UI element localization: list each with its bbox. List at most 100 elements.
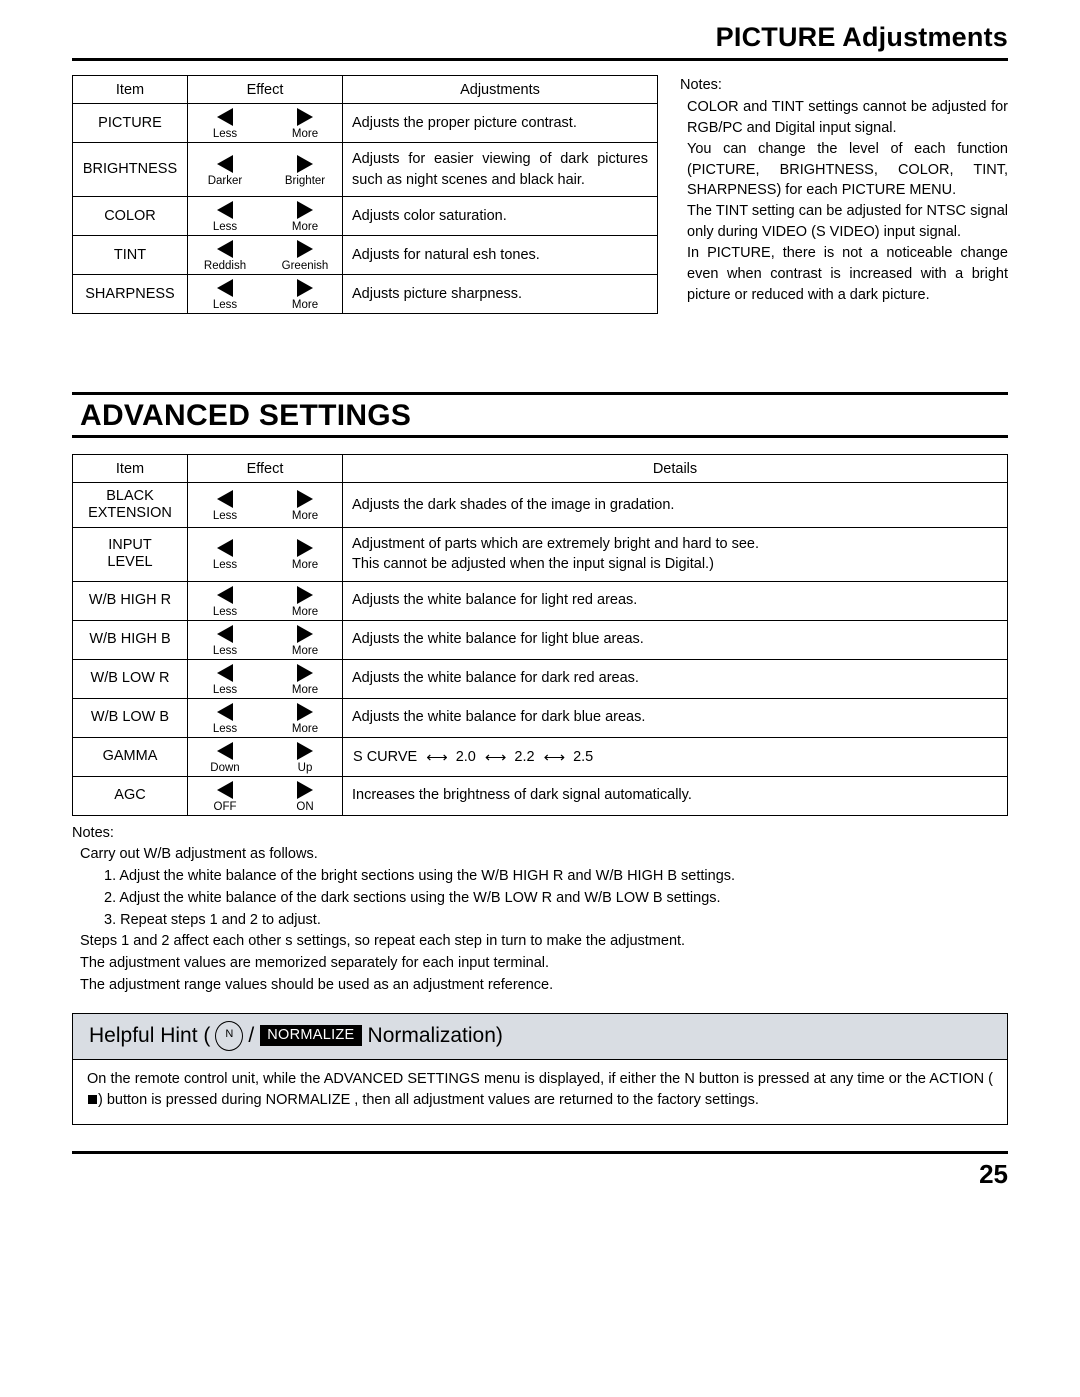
arrow-left-icon[interactable] xyxy=(217,154,233,173)
item-description: Adjusts the proper picture contrast. xyxy=(342,103,658,143)
effect-arrows: Darker Brighter xyxy=(187,141,343,198)
page-title: PICTURE Adjustments xyxy=(715,22,1008,52)
arrow-right-icon[interactable] xyxy=(297,741,313,760)
arrow-right-label: Greenish xyxy=(281,260,329,273)
item-label: W/B HIGH B xyxy=(72,619,188,660)
arrow-left-label: Less xyxy=(212,128,238,140)
arrow-left-icon[interactable] xyxy=(217,663,233,682)
arrow-right-icon[interactable] xyxy=(297,539,313,558)
column-header-item: Item xyxy=(72,75,188,104)
arrow-left-label: OFF xyxy=(213,800,237,813)
gamma-value: 2.0 xyxy=(455,748,476,765)
effect-arrows: Down Up xyxy=(187,736,343,777)
header-divider xyxy=(72,58,1008,61)
table-row: BRIGHTNESS Darker Brighter Adjusts for e… xyxy=(72,141,658,198)
normalize-chip[interactable]: NORMALIZE xyxy=(260,1025,362,1047)
arrow-left-icon[interactable] xyxy=(217,741,233,760)
action-square-icon xyxy=(88,1095,97,1105)
document-page: PICTURE Adjustments Item Effect Adjustme… xyxy=(0,0,1080,1397)
advanced-settings-table: Item Effect Details BLACK EXTENSION Less … xyxy=(72,454,1008,816)
gamma-label: S CURVE xyxy=(353,748,418,765)
table-row: COLOR Less More Adjusts color saturation… xyxy=(72,196,658,237)
table-row: GAMMA Down Up S CURVE ⟷ 2.0 ⟷ 2.2 ⟷ 2.5 xyxy=(72,736,1008,777)
arrow-right-icon[interactable] xyxy=(297,108,313,126)
gamma-value: 2.2 xyxy=(514,748,535,765)
effect-arrows: Less More xyxy=(187,526,343,582)
item-description: Adjusts for natural esh tones. xyxy=(342,235,658,276)
arrow-left-icon[interactable] xyxy=(217,624,233,643)
arrow-right-icon[interactable] xyxy=(297,240,313,259)
arrow-right-icon[interactable] xyxy=(297,154,313,173)
arrow-left-icon[interactable] xyxy=(217,240,233,259)
hint-body-part2: ) button is pressed during NORMALIZE , t… xyxy=(98,1092,759,1109)
arrow-right-icon[interactable] xyxy=(297,624,313,643)
table-row: BLACK EXTENSION Less More Adjusts the dar… xyxy=(72,482,1008,528)
helpful-hint-body: On the remote control unit, while the AD… xyxy=(72,1058,1008,1126)
arrow-left-label: Less xyxy=(212,605,238,618)
note-paragraph: The TINT setting can be adjusted for NTS… xyxy=(687,203,1008,241)
item-description: Adjusts for easier viewing of dark pictu… xyxy=(342,141,658,198)
table-row: PICTURE Less More Adjusts the proper pic… xyxy=(72,103,658,143)
arrow-left-icon[interactable] xyxy=(217,702,233,721)
section-title-advanced-settings: ADVANCED SETTINGS xyxy=(80,399,412,433)
note-line: 1. Adjust the white balance of the brigh… xyxy=(104,868,736,885)
arrow-left-icon[interactable] xyxy=(217,489,233,508)
effect-arrows: Less More xyxy=(187,580,343,621)
item-description: Adjusts the white balance for light red … xyxy=(342,580,1008,621)
arrow-left-label: Less xyxy=(212,722,238,735)
arrow-right-label: Up xyxy=(297,761,313,774)
notes-title: Notes: xyxy=(72,824,114,841)
double-arrow-icon: ⟷ xyxy=(484,748,506,766)
advanced-heading-bottom-rule xyxy=(72,435,1008,439)
arrow-right-label: More xyxy=(291,299,319,312)
note-line: 3. Repeat steps 1 and 2 to adjust. xyxy=(104,911,321,928)
item-description: Adjusts picture sharpness. xyxy=(342,274,658,315)
item-label: SHARPNESS xyxy=(72,274,188,315)
item-label: W/B HIGH R xyxy=(72,580,188,621)
column-header-item: Item xyxy=(72,454,188,484)
item-label: PICTURE xyxy=(72,103,188,143)
table-header-row: Item Effect Adjustments xyxy=(72,75,658,104)
double-arrow-icon: ⟷ xyxy=(543,748,565,766)
table-row: AGC OFF ON Increases the brightness of d… xyxy=(72,775,1008,816)
table-row: SHARPNESS Less More Adjusts picture shar… xyxy=(72,274,658,315)
arrow-right-icon[interactable] xyxy=(297,201,313,220)
arrow-left-icon[interactable] xyxy=(217,539,233,558)
item-description: Adjusts the white balance for dark blue … xyxy=(342,697,1008,738)
arrow-left-icon[interactable] xyxy=(217,201,233,220)
effect-arrows: Less More xyxy=(187,196,343,237)
picture-section: Item Effect Adjustments PICTURE Less Mor… xyxy=(72,75,1008,315)
picture-adjustments-table: Item Effect Adjustments PICTURE Less Mor… xyxy=(72,75,658,315)
arrow-right-label: More xyxy=(291,605,319,618)
double-arrow-icon: ⟷ xyxy=(426,748,447,766)
note-paragraph: You can change the level of each functio… xyxy=(687,140,1008,199)
picture-notes: Notes: COLOR and TINT settings cannot be… xyxy=(680,75,1008,306)
item-label: BRIGHTNESS xyxy=(72,141,188,198)
arrow-right-icon[interactable] xyxy=(297,279,313,298)
arrow-left-icon[interactable] xyxy=(217,585,233,604)
item-label: COLOR xyxy=(72,196,188,237)
note-paragraph: COLOR and TINT settings cannot be adjust… xyxy=(687,98,1008,136)
arrow-right-icon[interactable] xyxy=(297,663,313,682)
note-line: The adjustment range values should be us… xyxy=(80,976,554,993)
gamma-value: 2.5 xyxy=(573,748,594,765)
n-button-icon[interactable]: N xyxy=(215,1020,244,1051)
table-row: W/B HIGH R Less More Adjusts the white b… xyxy=(72,580,1008,621)
item-label: W/B LOW B xyxy=(72,697,188,738)
arrow-left-icon[interactable] xyxy=(217,279,233,298)
arrow-right-icon[interactable] xyxy=(297,585,313,604)
column-header-adjustments: Adjustments xyxy=(342,75,658,104)
arrow-left-label: Less xyxy=(212,559,238,572)
item-description: Adjusts the white balance for dark red a… xyxy=(342,658,1008,699)
arrow-left-label: Down xyxy=(210,761,240,774)
gamma-details: S CURVE ⟷ 2.0 ⟷ 2.2 ⟷ 2.5 xyxy=(342,736,1008,777)
arrow-right-icon[interactable] xyxy=(297,780,313,799)
arrow-left-icon[interactable] xyxy=(217,108,233,126)
arrow-right-icon[interactable] xyxy=(297,489,313,508)
arrow-left-label: Reddish xyxy=(203,260,247,273)
column-header-effect: Effect xyxy=(187,454,343,484)
arrow-right-icon[interactable] xyxy=(297,702,313,721)
note-line: Steps 1 and 2 affect each other s settin… xyxy=(80,933,686,950)
item-description: Adjusts color saturation. xyxy=(342,196,658,237)
arrow-left-icon[interactable] xyxy=(217,780,233,799)
